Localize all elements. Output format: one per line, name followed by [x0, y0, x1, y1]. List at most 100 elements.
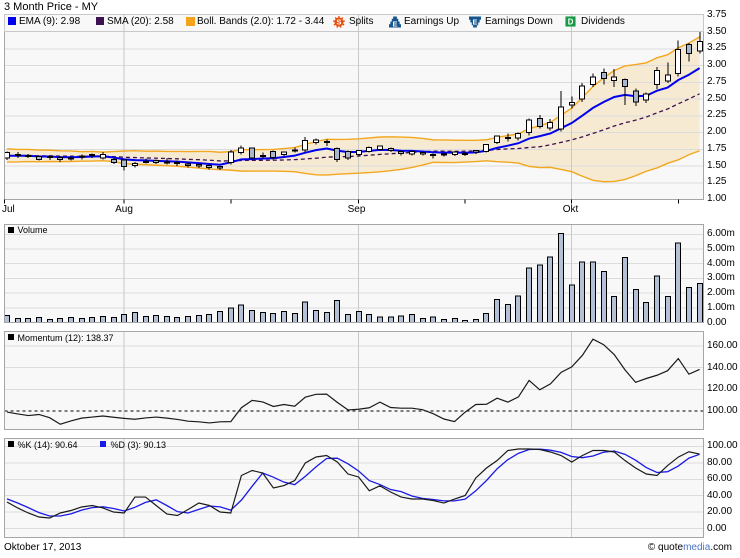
volume-bar	[112, 318, 117, 323]
chart-plot-canvas	[0, 0, 740, 558]
chart-title: 3 Month Price - MY	[4, 1, 98, 13]
volume-bar	[90, 318, 95, 323]
candle-body	[80, 156, 85, 157]
volume-bar	[239, 305, 244, 323]
volume-bar	[69, 318, 74, 323]
volume-bar	[548, 257, 553, 322]
price-axis-label: 1.75	[707, 144, 726, 154]
volume-bar	[634, 290, 639, 323]
volume-bar	[144, 317, 149, 323]
legend-sma-label: SMA (20): 2.58	[107, 16, 174, 28]
volume-bar	[570, 285, 575, 322]
candle-body	[69, 158, 74, 159]
stochastic-axis-label: 0.00	[707, 524, 726, 534]
candle-body	[378, 146, 383, 149]
footer-credit-copyright: © quote	[648, 542, 683, 553]
momentum-swatch-icon	[8, 334, 14, 340]
legend-dividends-label: Dividends	[581, 16, 625, 28]
legend-ema-label: EMA (9): 2.98	[19, 16, 80, 28]
candle-body	[282, 152, 287, 155]
volume-bar	[378, 317, 383, 322]
candle-body	[484, 145, 489, 152]
volume-axis-label: 2.00m	[707, 288, 735, 298]
candle-body	[612, 77, 617, 80]
volume-bar	[197, 316, 202, 323]
footer-credit-suffix: .com	[710, 542, 732, 553]
volume-bar	[229, 308, 234, 323]
volume-bar	[271, 314, 276, 323]
volume-bar	[506, 305, 511, 323]
stochastic-axis-label: 60.00	[707, 474, 732, 484]
candle-body	[303, 141, 308, 150]
candle-body	[261, 155, 266, 156]
volume-bar	[335, 300, 340, 322]
candle-body	[655, 70, 660, 84]
volume-bar	[538, 265, 543, 322]
candle-body	[229, 152, 234, 163]
pctk-panel-label: %K (14): 90.64	[18, 440, 78, 451]
volume-axis-label: 4.00m	[707, 259, 735, 269]
candle-body	[602, 72, 607, 78]
candle-body	[133, 163, 138, 165]
volume-bar	[644, 302, 649, 322]
pctk-swatch-icon	[8, 441, 14, 447]
price-axis-label: 2.75	[707, 77, 726, 87]
earnings-up-icon: E	[389, 16, 401, 28]
candle-body	[250, 148, 255, 158]
svg-text:E: E	[472, 17, 477, 26]
price-axis-label: 2.25	[707, 110, 726, 120]
legend-earnings-down-label: Earnings Down	[485, 16, 553, 28]
candle-body	[197, 165, 202, 166]
legend-earnings-up-label: Earnings Up	[404, 16, 459, 28]
volume-bar	[122, 315, 127, 323]
candle-body	[16, 155, 21, 156]
volume-bar	[314, 311, 319, 323]
volume-bar	[516, 296, 521, 322]
candle-body	[506, 137, 511, 138]
candle-body	[399, 151, 404, 153]
candle-body	[165, 162, 170, 163]
candle-body	[527, 120, 532, 133]
volume-bar	[591, 262, 596, 322]
volume-bar	[421, 319, 426, 323]
volume-bar	[303, 302, 308, 323]
candle-body	[48, 157, 53, 158]
candle-body	[112, 159, 117, 162]
volume-bar	[16, 319, 21, 323]
volume-bar	[165, 317, 170, 323]
volume-bar	[250, 311, 255, 323]
pctd-swatch-icon	[100, 441, 106, 447]
volume-bar	[282, 312, 287, 323]
price-axis-label: 1.00	[707, 194, 726, 204]
candle-body	[293, 150, 298, 151]
volume-bar	[186, 317, 191, 323]
candle-body	[591, 77, 596, 84]
volume-bar	[623, 258, 628, 323]
footer-date: Oktober 17, 2013	[4, 542, 81, 554]
candle-body	[431, 155, 436, 156]
candle-body	[175, 163, 180, 164]
volume-bar	[325, 313, 330, 323]
ema-swatch-icon	[8, 17, 16, 25]
stochastic-axis-label: 100.00	[707, 441, 738, 451]
candle-body	[90, 155, 95, 156]
price-axis-label: 2.00	[707, 127, 726, 137]
candle-body	[367, 147, 372, 151]
candle-body	[538, 119, 543, 127]
svg-text:D: D	[568, 18, 574, 27]
volume-bar	[602, 271, 607, 322]
legend-splits-label: Splits	[349, 16, 373, 28]
candle-body	[207, 165, 212, 167]
candle-body	[644, 94, 649, 100]
svg-text:S: S	[336, 17, 341, 26]
candle-body	[122, 160, 127, 167]
candle-body	[666, 75, 671, 81]
candle-body	[570, 102, 575, 105]
stock-chart: 3 Month Price - MY EMA (9): 2.98 SMA (20…	[0, 0, 740, 558]
dividends-icon: D	[565, 16, 576, 27]
momentum-panel-label: Momentum (12): 138.37	[18, 333, 114, 344]
candle-body	[101, 155, 106, 158]
volume-axis-label: 0.00	[707, 318, 726, 328]
candle-body	[186, 164, 191, 165]
candle-body	[271, 151, 276, 157]
